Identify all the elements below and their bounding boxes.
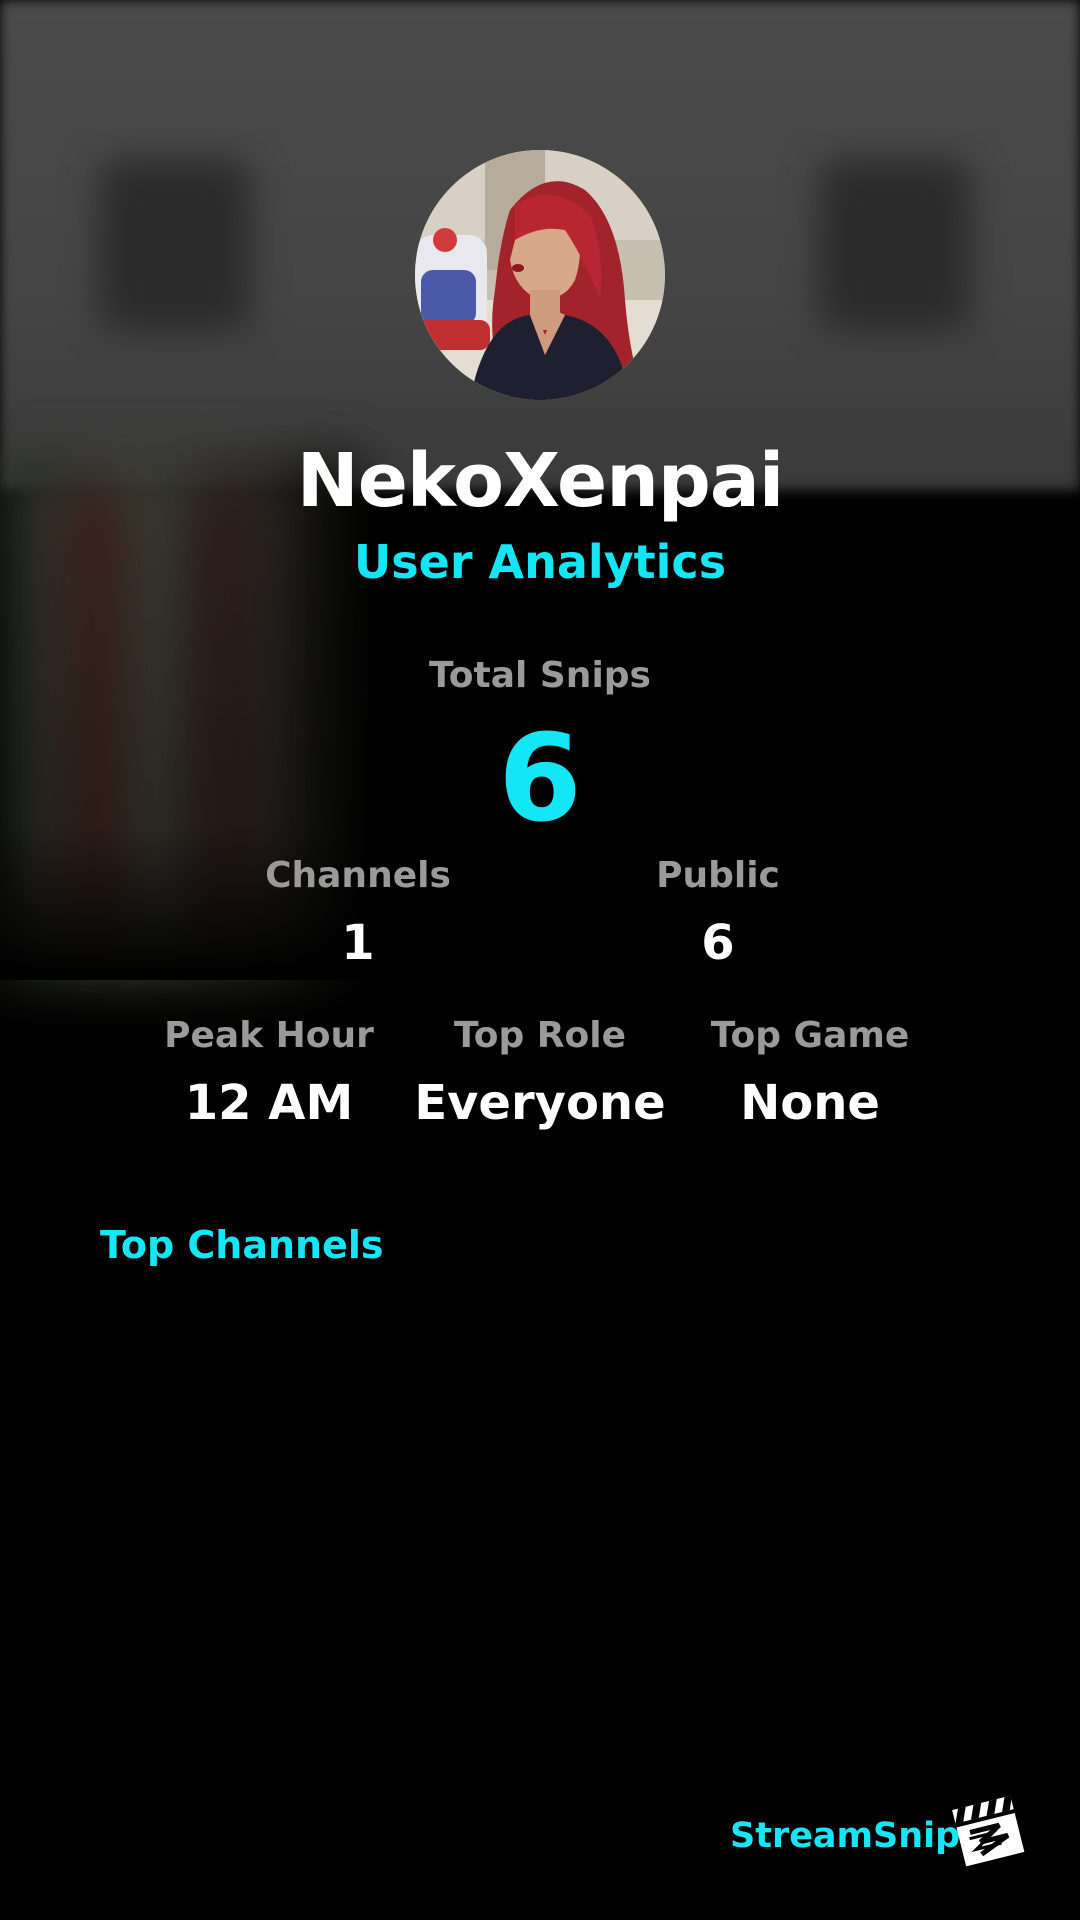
top-role-value: Everyone [414,1075,666,1131]
brand-name: StreamSnip [730,1816,961,1856]
background-blur-shape [100,160,250,330]
top-role-label: Top Role [453,1015,627,1056]
total-snips-value: 6 [498,710,582,849]
top-game-value: None [740,1075,880,1131]
public-label: Public [656,855,780,896]
clapperboard-logo-icon [948,1790,1028,1870]
top-channels-title: Top Channels [100,1223,384,1267]
total-snips-label: Total Snips [429,655,651,696]
peak-hour-label: Peak Hour [164,1015,374,1056]
channels-value: 1 [341,915,375,971]
user-avatar-photo [415,150,665,400]
username: NekoXenpai [296,438,784,524]
background-blur-shape [820,160,970,330]
peak-hour-value: 12 AM [184,1075,354,1131]
channels-label: Channels [265,855,451,896]
avatar [415,150,665,400]
page-subtitle: User Analytics [353,535,727,589]
top-game-label: Top Game [710,1015,910,1056]
public-value: 6 [701,915,735,971]
analytics-page: NekoXenpai User Analytics Total Snips 6 … [0,0,1080,1920]
